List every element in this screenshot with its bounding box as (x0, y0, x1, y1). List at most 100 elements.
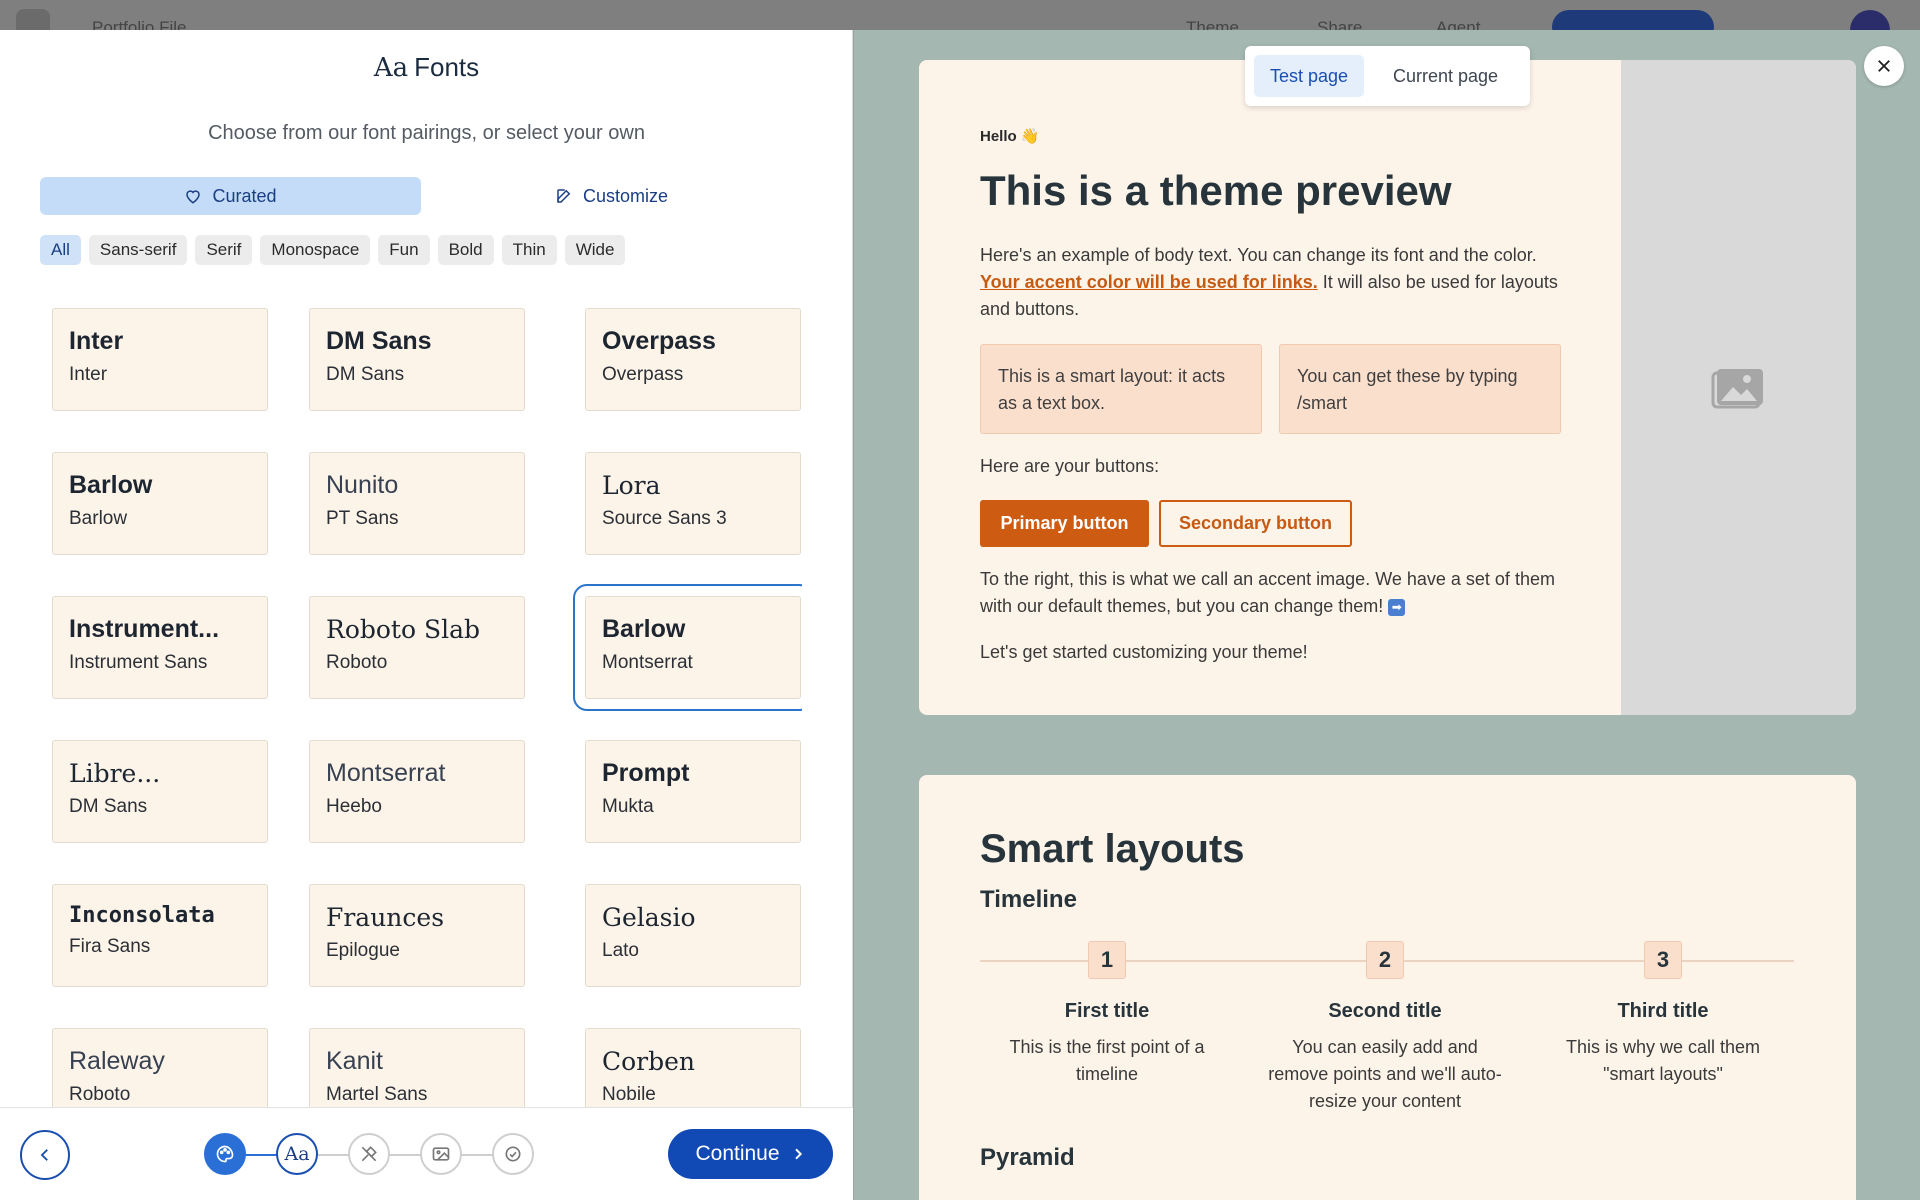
continue-button[interactable]: Continue (668, 1129, 833, 1179)
chevron-left-icon (40, 1149, 48, 1161)
font-heading: Inconsolata (69, 903, 215, 928)
smart-layouts-title: Smart layouts (980, 827, 1245, 871)
filter-sans-serif[interactable]: Sans-serif (88, 235, 188, 265)
font-heading: Gelasio (602, 903, 696, 932)
timeline-text: You can easily add and remove points and… (1268, 1037, 1502, 1111)
step-connector (314, 1154, 514, 1156)
timeline-number: 1 (1088, 941, 1126, 979)
filter-monospace[interactable]: Monospace (260, 235, 371, 265)
font-body: DM Sans (326, 364, 405, 385)
closing-text: Let's get started customizing your theme… (980, 642, 1308, 662)
body-text-start: Here's an example of body text. You can … (980, 245, 1537, 265)
font-card-lora[interactable]: Lora Source Sans 3 (585, 452, 801, 555)
tab-test-page[interactable]: Test page (1254, 55, 1365, 97)
filter-fun[interactable]: Fun (378, 235, 430, 265)
font-body: DM Sans (69, 796, 148, 817)
font-body: Source Sans 3 (602, 508, 727, 529)
preview-body-text: Here's an example of body text. You can … (980, 242, 1560, 323)
font-card-instrument[interactable]: Instrument... Instrument Sans (52, 596, 268, 699)
step-images[interactable] (420, 1133, 462, 1175)
check-circle-icon (505, 1146, 521, 1162)
font-card-montserrat[interactable]: Montserrat Heebo (309, 740, 525, 843)
font-card-gelasio[interactable]: Gelasio Lato (585, 884, 801, 987)
font-body: Barlow (69, 508, 128, 529)
primary-button[interactable]: Primary button (980, 500, 1149, 547)
panel-title: Aa Fonts (0, 52, 853, 83)
palette-icon (216, 1145, 234, 1163)
font-card-fraunces[interactable]: Fraunces Epilogue (309, 884, 525, 987)
font-card-inter[interactable]: Inter Inter (52, 308, 268, 411)
font-icon: Aa (373, 53, 409, 83)
font-heading: Lora (602, 471, 661, 500)
font-card-raleway[interactable]: Raleway Roboto (52, 1028, 268, 1108)
panel-title-text: Fonts (414, 52, 480, 82)
filter-all[interactable]: All (40, 235, 81, 265)
step-review[interactable] (492, 1133, 534, 1175)
font-body: Nobile (602, 1084, 656, 1105)
font-heading: Montserrat (326, 759, 446, 787)
step-colors[interactable] (348, 1133, 390, 1175)
font-heading: Libre... (69, 759, 161, 788)
tab-current-page[interactable]: Current page (1377, 55, 1514, 97)
wizard-bottom-bar: Aa Continue (0, 1107, 853, 1200)
timeline-subtitle: Timeline (980, 886, 1077, 913)
step-fonts[interactable]: Aa (276, 1133, 318, 1175)
edit-icon (557, 189, 571, 203)
font-body: Epilogue (326, 940, 400, 961)
font-card-overpass[interactable]: Overpass Overpass (585, 308, 801, 411)
filter-wide[interactable]: Wide (564, 235, 626, 265)
font-heading: Inter (69, 327, 124, 355)
font-heading: Prompt (602, 759, 690, 787)
curated-label: Curated (212, 185, 277, 206)
timeline-number: 2 (1366, 941, 1404, 979)
font-heading: Nunito (326, 471, 399, 499)
panel-subtitle: Choose from our font pairings, or select… (208, 122, 645, 144)
font-card-libre[interactable]: Libre... DM Sans (52, 740, 268, 843)
font-card-inconsolata[interactable]: Inconsolata Fira Sans (52, 884, 268, 987)
font-body: Roboto (69, 1084, 131, 1105)
font-heading: Instrument... (69, 615, 220, 643)
accent-link[interactable]: Your accent color will be used for links… (980, 272, 1318, 292)
secondary-button[interactable]: Secondary button (1159, 500, 1352, 547)
customize-label: Customize (582, 185, 669, 206)
font-body: PT Sans (326, 508, 399, 529)
font-heading: Corben (602, 1047, 696, 1076)
smart-layout-box: You can get these by typing /smart (1279, 344, 1561, 434)
timeline-text: This is why we call them "smart layouts" (1565, 1037, 1761, 1084)
font-card-kanit[interactable]: Kanit Martel Sans (309, 1028, 525, 1108)
fonts-panel: Aa Fonts Choose from our font pairings, o… (0, 30, 853, 1200)
preview-page-toggle: Test page Current page (1245, 46, 1530, 106)
font-card-barlow[interactable]: Barlow Barlow (52, 452, 268, 555)
font-card-dm-sans[interactable]: DM Sans DM Sans (309, 308, 525, 411)
accent-image (1621, 60, 1856, 715)
filter-serif[interactable]: Serif (195, 235, 253, 265)
font-heading: Raleway (69, 1047, 165, 1075)
font-body: Roboto (326, 652, 388, 673)
font-heading: Overpass (602, 327, 716, 355)
font-heading: Kanit (326, 1047, 383, 1075)
font-card-nunito[interactable]: Nunito PT Sans (309, 452, 525, 555)
timeline-text: This is the first point of a timeline (1009, 1037, 1205, 1084)
timeline-number: 3 (1644, 941, 1682, 979)
font-card-corben[interactable]: Corben Nobile (585, 1028, 801, 1108)
timeline-title: Second title (1328, 1000, 1442, 1022)
filter-chips: All Sans-serif Serif Monospace Fun Bold … (40, 235, 626, 265)
continue-label: Continue (695, 1142, 780, 1165)
font-body: Fira Sans (69, 936, 151, 957)
back-button[interactable] (20, 1130, 70, 1180)
filter-thin[interactable]: Thin (501, 235, 557, 265)
mode-toggle: Curated Customize (40, 177, 802, 215)
font-heading: Barlow (602, 615, 686, 643)
close-button[interactable] (1864, 46, 1904, 86)
customize-button[interactable]: Customize (421, 177, 802, 215)
font-card-roboto-slab[interactable]: Roboto Slab Roboto (309, 596, 525, 699)
font-card-prompt[interactable]: Prompt Mukta (585, 740, 801, 843)
font-step-icon: Aa (284, 1143, 310, 1165)
filter-bold[interactable]: Bold (437, 235, 494, 265)
brush-icon (361, 1146, 377, 1162)
font-body: Instrument Sans (69, 652, 208, 673)
pyramid-subtitle: Pyramid (980, 1144, 1075, 1171)
step-theme[interactable] (204, 1133, 246, 1175)
font-card-barlow-montserrat[interactable]: Barlow Montserrat (585, 596, 801, 699)
curated-button[interactable]: Curated (40, 177, 421, 215)
